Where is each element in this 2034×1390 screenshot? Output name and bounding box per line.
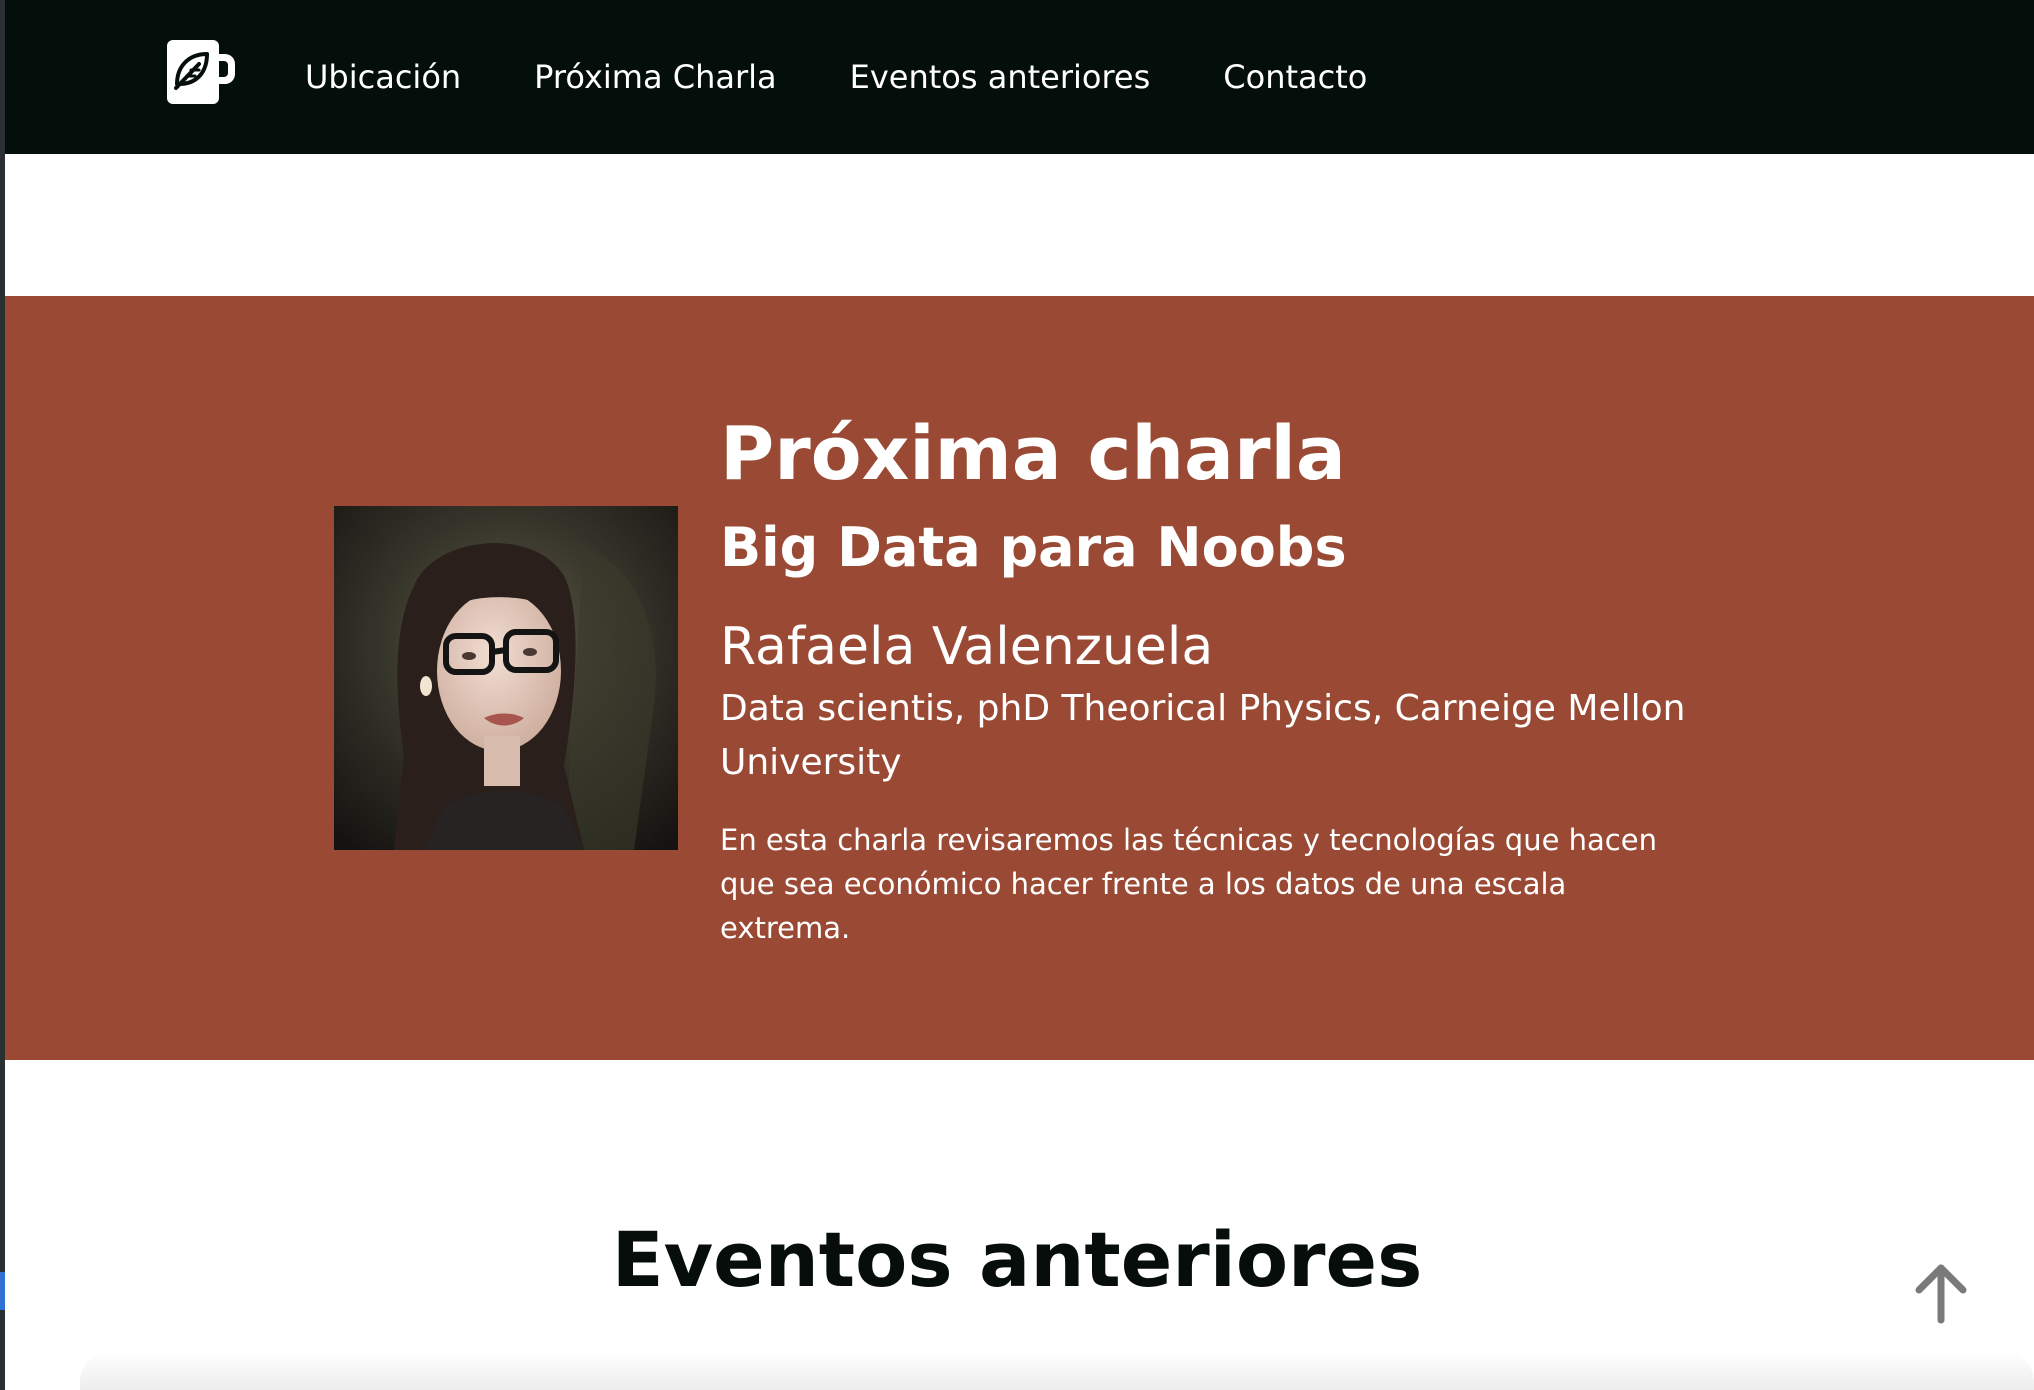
talk-description: En esta charla revisaremos las técnicas …: [720, 823, 1657, 945]
arrow-up-icon[interactable]: [1910, 1262, 1972, 1324]
mug-leaf-icon[interactable]: [163, 38, 235, 106]
nav-link-eventos-anteriores[interactable]: Eventos anteriores: [850, 58, 1151, 96]
page: Ubicación Próxima Charla Eventos anterio…: [0, 0, 2034, 1390]
nav-link-contacto[interactable]: Contacto: [1223, 58, 1367, 96]
next-talk-heading: Próxima charla: [720, 411, 1346, 497]
speaker-name: Rafaela Valenzuela: [720, 617, 1214, 677]
next-talk-content: Próxima charla Big Data para Noobs Rafae…: [720, 400, 1730, 950]
speaker-role: Data scientis, phD Theorical Physics, Ca…: [720, 688, 1686, 783]
navbar: Ubicación Próxima Charla Eventos anterio…: [5, 0, 2034, 154]
nav-link-proxima-charla[interactable]: Próxima Charla: [534, 58, 776, 96]
nav-link-ubicacion[interactable]: Ubicación: [305, 58, 461, 96]
past-events-heading: Eventos anteriores: [611, 1215, 1423, 1304]
talk-title: Big Data para Noobs: [720, 516, 1347, 579]
speaker-photo: [334, 506, 678, 850]
main-nav: Ubicación Próxima Charla Eventos anterio…: [305, 0, 1440, 154]
card-top-shadow: [80, 1352, 2034, 1390]
